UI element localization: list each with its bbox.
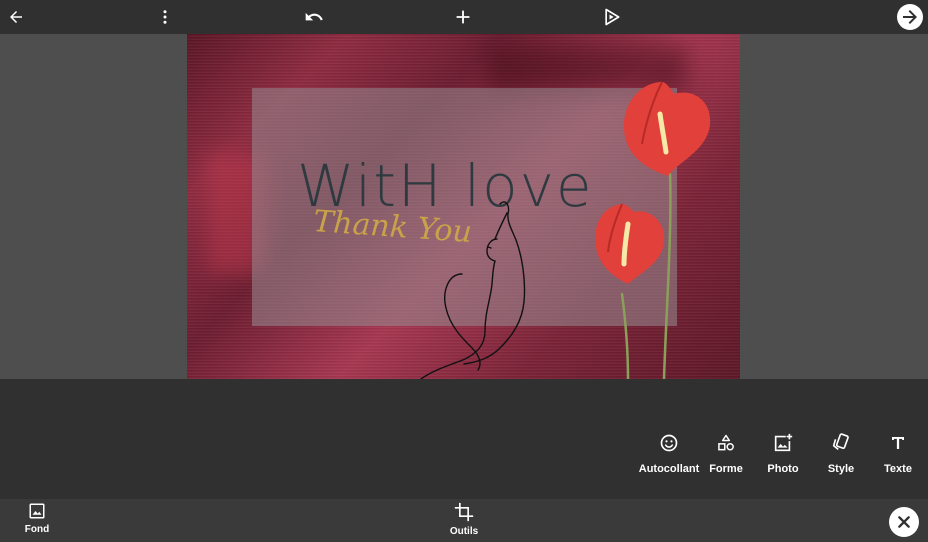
undo-button[interactable] bbox=[294, 0, 334, 34]
sticker-smiley-icon bbox=[660, 434, 678, 452]
style-cards-icon bbox=[832, 433, 849, 451]
close-button[interactable] bbox=[889, 507, 919, 537]
next-button[interactable] bbox=[890, 0, 928, 34]
tool-label: Style bbox=[827, 463, 855, 475]
text-icon bbox=[892, 437, 904, 449]
nav-outils[interactable]: Outils bbox=[434, 502, 494, 540]
more-vertical-icon bbox=[163, 10, 167, 24]
tool-texte[interactable]: Texte bbox=[868, 431, 928, 479]
tool-autocollant[interactable]: Autocollant bbox=[639, 431, 699, 479]
crop-icon bbox=[454, 502, 474, 522]
tool-label: Forme bbox=[709, 463, 743, 475]
bottom-navigation: Fond Outils bbox=[0, 499, 928, 542]
design-canvas[interactable]: WitH love Thank You bbox=[187, 34, 740, 379]
tool-forme[interactable]: Forme bbox=[696, 431, 756, 479]
image-icon bbox=[29, 503, 45, 519]
tool-label: Texte bbox=[884, 463, 912, 475]
nav-fond-label: Fond bbox=[24, 524, 50, 535]
nav-outils-label: Outils bbox=[449, 526, 479, 537]
add-icon bbox=[456, 10, 470, 24]
add-button[interactable] bbox=[443, 0, 483, 34]
woman-line-art-icon[interactable] bbox=[402, 199, 542, 379]
preview-play-icon bbox=[605, 8, 620, 26]
workspace: WitH love Thank You bbox=[0, 34, 928, 379]
next-arrow-icon bbox=[897, 4, 923, 30]
tool-label: Autocollant bbox=[638, 463, 700, 475]
tool-photo[interactable]: Photo bbox=[753, 431, 813, 479]
add-photo-icon bbox=[774, 433, 793, 452]
anthurium-flowers-icon[interactable] bbox=[582, 74, 722, 379]
close-icon bbox=[898, 516, 910, 528]
shapes-icon bbox=[718, 434, 734, 451]
undo-icon bbox=[305, 12, 323, 21]
preview-button[interactable] bbox=[592, 0, 632, 34]
nav-fond[interactable]: Fond bbox=[7, 502, 67, 540]
tool-style[interactable]: Style bbox=[811, 431, 871, 479]
tool-label: Photo bbox=[767, 463, 799, 475]
tools-panel: Autocollant Forme Photo Style Texte bbox=[0, 379, 928, 499]
back-button[interactable] bbox=[0, 0, 36, 34]
back-arrow-icon bbox=[10, 11, 22, 23]
more-options-button[interactable] bbox=[145, 0, 185, 34]
top-toolbar bbox=[0, 0, 928, 34]
